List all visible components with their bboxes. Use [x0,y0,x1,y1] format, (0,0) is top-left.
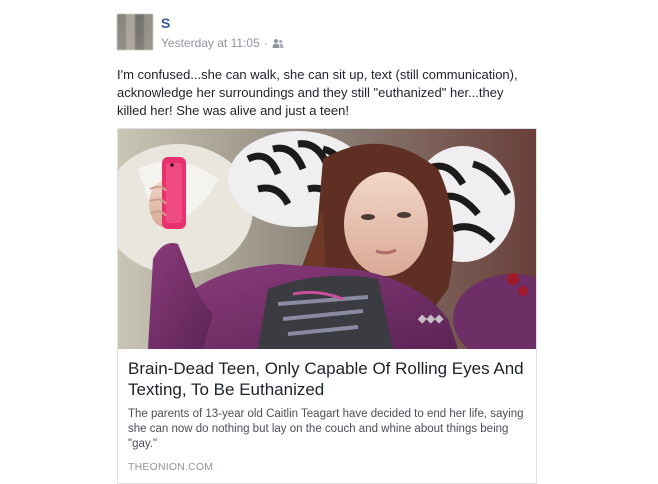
link-preview-body: Brain-Dead Teen, Only Capable Of Rolling… [118,349,536,483]
post-timestamp[interactable]: Yesterday at 11:05 [161,36,260,50]
avatar[interactable] [117,14,153,50]
feed-post: S Yesterday at 11:05 · I'm confused...sh… [117,14,537,484]
link-domain: THEONION.COM [128,461,214,473]
post-message: I'm confused...she can walk, she can sit… [117,67,518,118]
friends-icon[interactable] [272,38,284,48]
news-photo[interactable]: ◆◆◆ [118,129,536,349]
link-preview-card[interactable]: ◆◆◆ Brain-Dead Teen, Only Capable Of Rol… [117,128,537,484]
link-description: The parents of 13-year old Caitlin Teaga… [128,408,524,450]
svg-text:◆◆◆: ◆◆◆ [417,313,444,325]
meta-separator: · [263,36,268,50]
link-title[interactable]: Brain-Dead Teen, Only Capable Of Rolling… [128,358,526,400]
author-name[interactable]: S [161,15,170,31]
post-header: S Yesterday at 11:05 · [117,14,537,54]
post-meta: Yesterday at 11:05 · [161,36,284,50]
